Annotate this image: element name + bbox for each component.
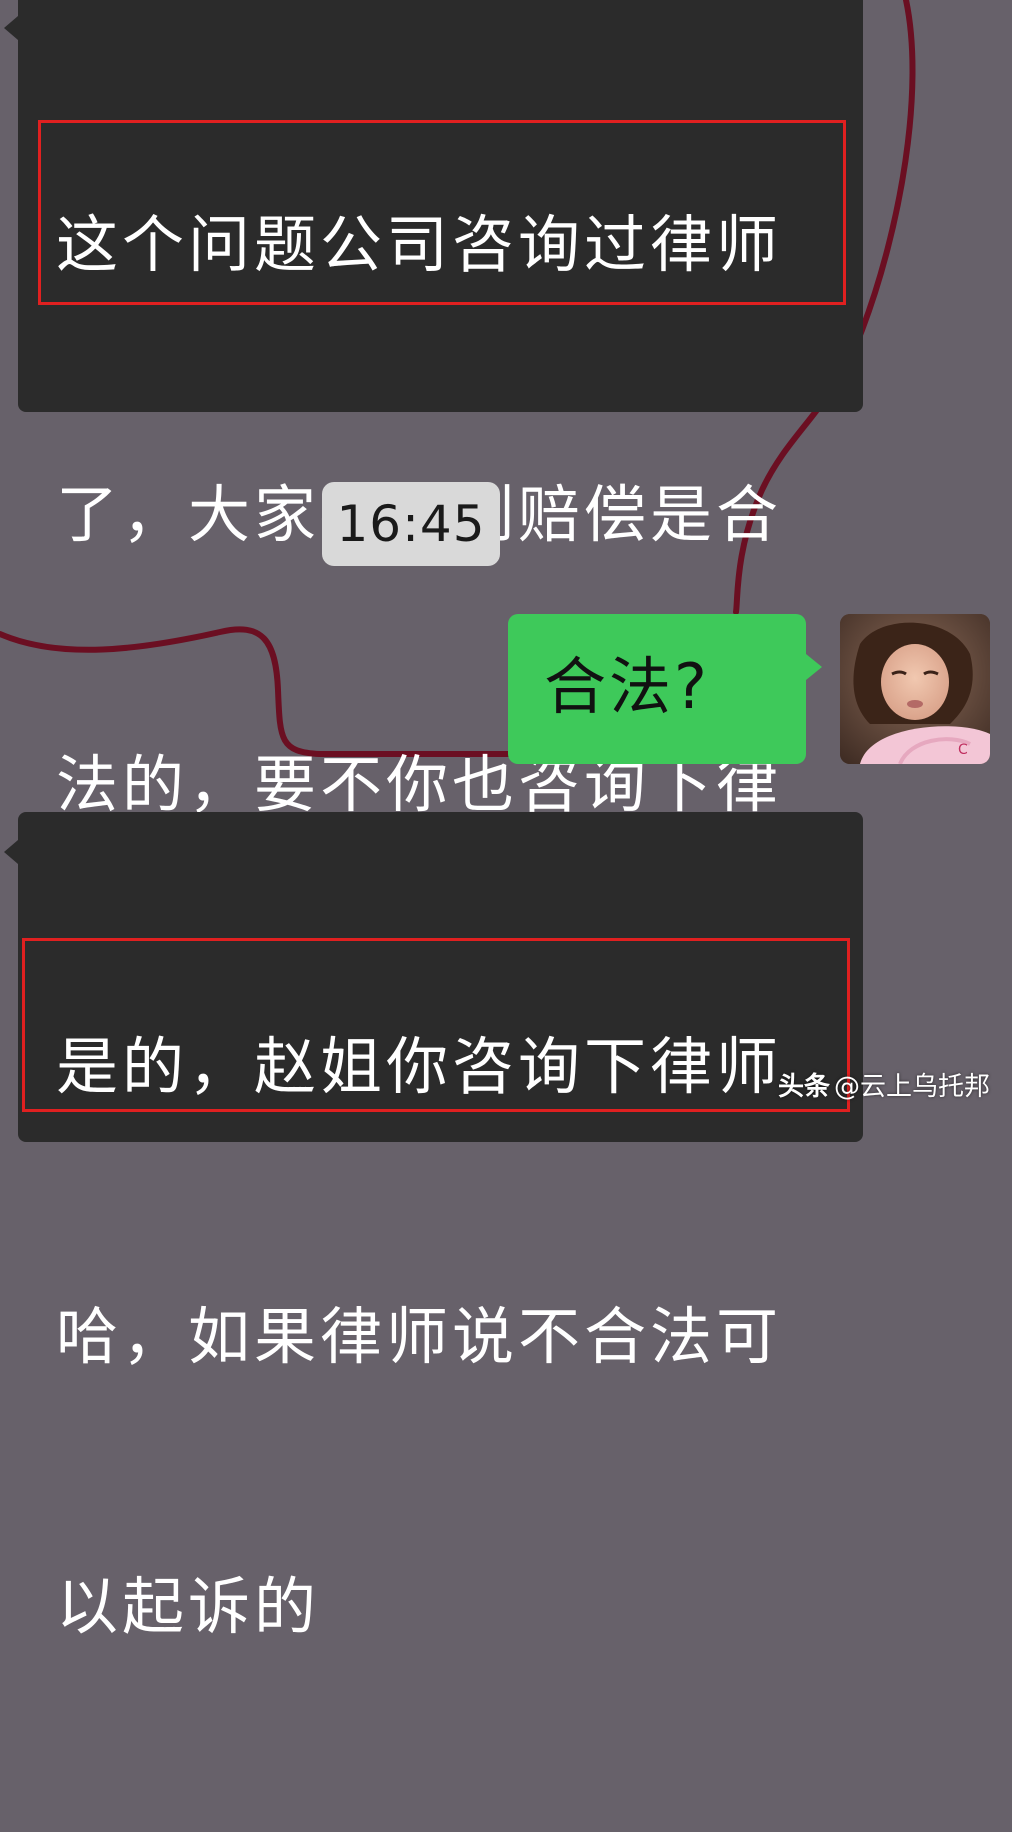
user-avatar[interactable]: C [840,614,990,764]
message-text: 是的，赵姐你咨询下律师 哈，如果律师说不合法可 以起诉的 [56,842,863,1832]
watermark-account: @云上乌托邦 [833,1072,990,1102]
incoming-message-bubble[interactable]: 是的，赵姐你咨询下律师 哈，如果律师说不合法可 以起诉的 [4,812,863,1643]
watermark: 头条 @云上乌托邦 [778,1070,990,1104]
outgoing-message-bubble[interactable]: 合法? [508,614,822,764]
message-line: 这个问题公司咨询过律师 [56,208,783,281]
baby-avatar-icon: C [840,614,990,764]
watermark-brand: 头条 [777,1072,830,1102]
message-line: 是的，赵姐你咨询下律师 [56,1030,783,1103]
incoming-message-bubble[interactable]: 这个问题公司咨询过律师 了，大家按比例赔偿是合 法的，要不你也咨询下律 师呢 [4,0,863,1091]
svg-text:C: C [958,742,968,758]
message-line: 哈，如果律师说不合法可 [56,1300,783,1373]
message-line: 以起诉的 [56,1570,321,1643]
message-text: 合法? [544,650,710,723]
timestamp-label: 16:45 [322,482,500,566]
